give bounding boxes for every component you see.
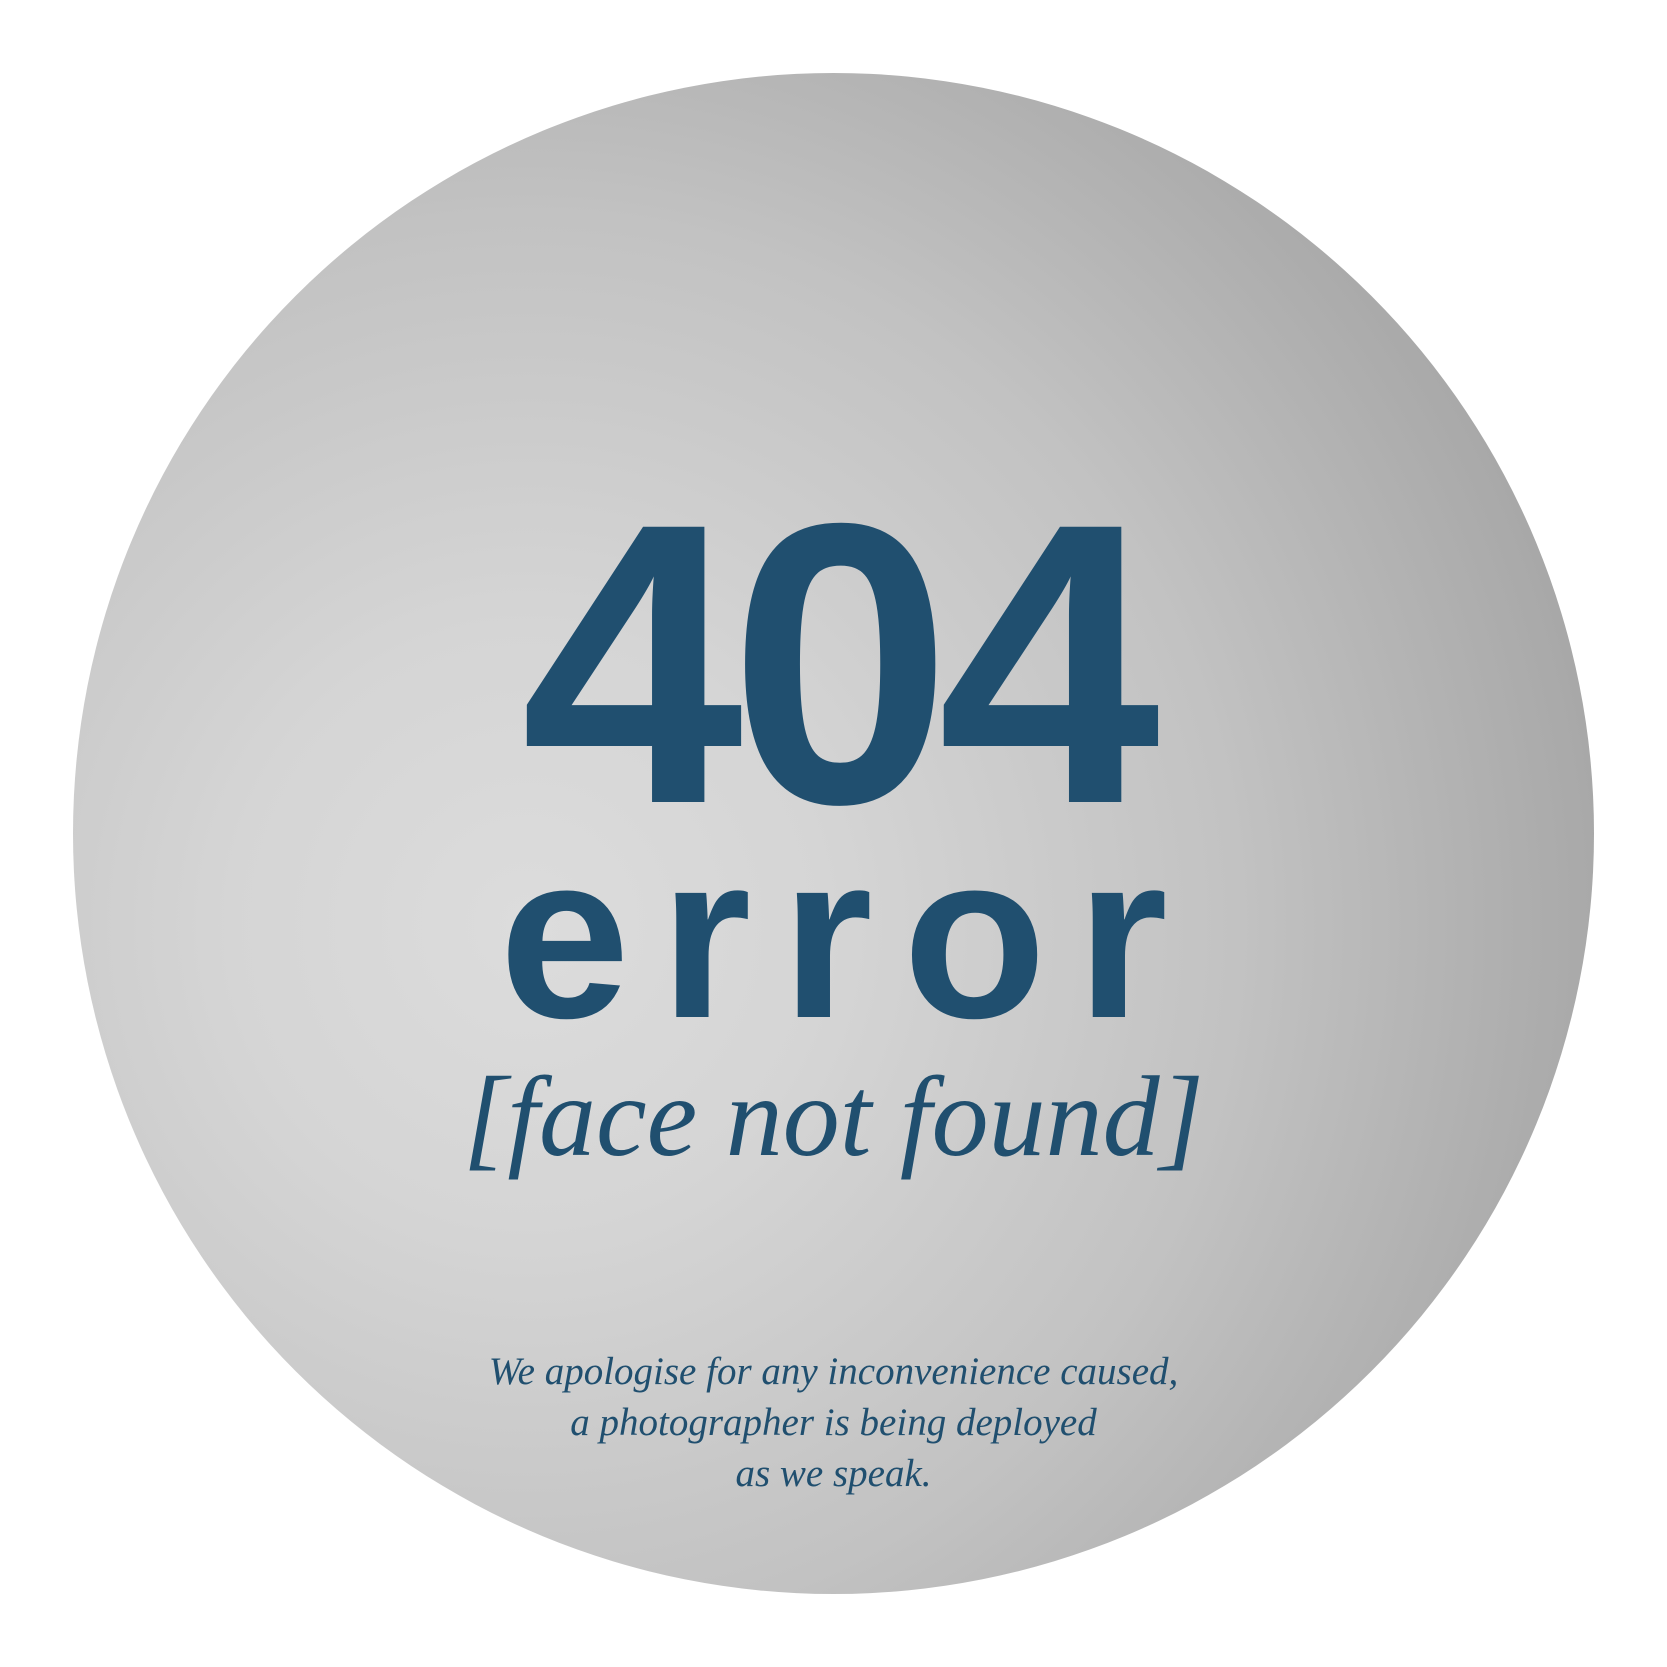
error-page: 404 error [face not found] We apologise … — [0, 0, 1667, 1667]
apology-line: We apologise for any inconvenience cause… — [488, 1350, 1179, 1393]
error-tagline: [face not found] — [463, 1053, 1204, 1180]
error-word: error — [499, 804, 1198, 1067]
apology-message: We apologise for any inconvenience cause… — [0, 1346, 1667, 1499]
apology-line: a photographer is being deployed — [570, 1401, 1097, 1444]
apology-line: as we speak. — [735, 1452, 932, 1495]
